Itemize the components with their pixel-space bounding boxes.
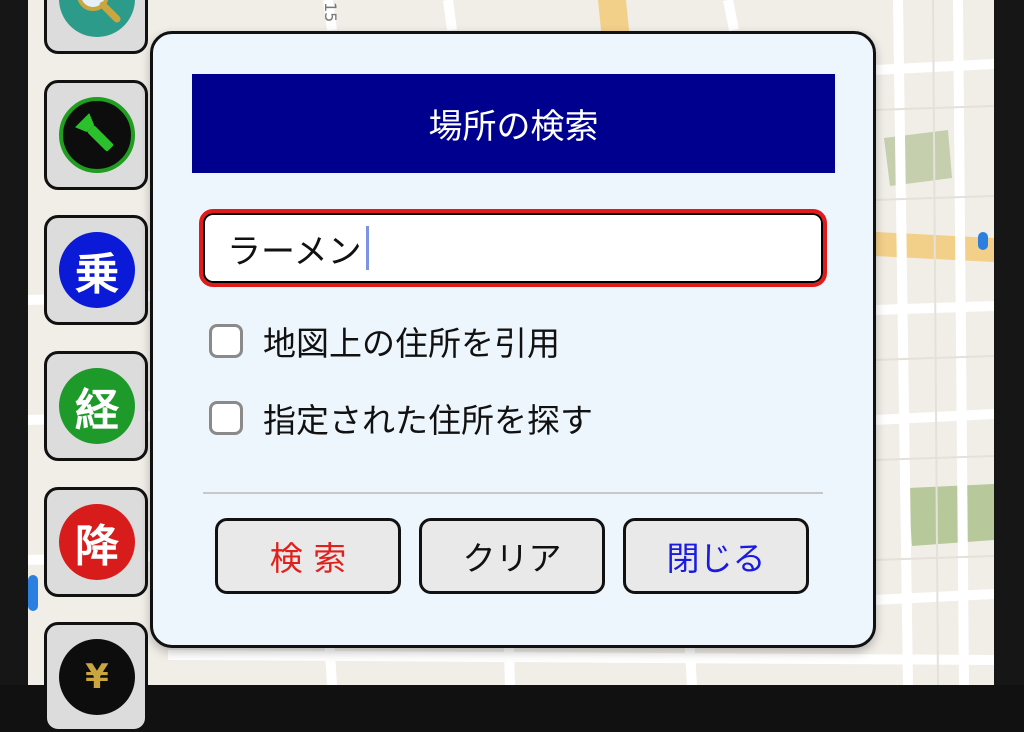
map-road-label: 15 (321, 2, 340, 23)
option-quote-map-address[interactable]: 地図上の住所を引用 (209, 319, 560, 363)
search-input-value: ラーメン (227, 231, 362, 272)
clear-button[interactable]: クリア (419, 518, 605, 594)
left-bezel (0, 0, 28, 685)
place-search-dialog: 場所の検索 ラーメン 地図上の住所を引用 指定された住所を探す 検 索 クリア … (150, 31, 876, 648)
tool-board-label: 乗 (59, 232, 135, 308)
search-button[interactable]: 検 索 (215, 518, 401, 594)
quote-map-address-label: 地図上の住所を引用 (263, 324, 560, 363)
tool-transfer-button[interactable]: 経 (44, 351, 148, 461)
tool-flashlight-button[interactable] (44, 80, 148, 190)
close-button[interactable]: 閉じる (623, 518, 809, 594)
tool-board-button[interactable]: 乗 (44, 215, 148, 325)
dialog-divider (203, 492, 823, 494)
magnifier-icon (59, 0, 135, 37)
find-specified-address-label: 指定された住所を探す (263, 401, 593, 440)
dialog-title: 場所の検索 (192, 74, 835, 173)
find-specified-address-checkbox[interactable] (209, 401, 243, 435)
yen-coins-icon: ¥ (59, 639, 135, 715)
search-input[interactable]: ラーメン (199, 209, 827, 287)
tool-search-map-button[interactable] (44, 0, 148, 54)
tool-transfer-label: 経 (59, 368, 135, 444)
right-bezel (994, 0, 1024, 685)
tool-fare-button[interactable]: ¥ (44, 622, 148, 732)
option-find-specified-address[interactable]: 指定された住所を探す (209, 396, 593, 440)
tool-alight-button[interactable]: 降 (44, 487, 148, 597)
flashlight-icon (59, 97, 135, 173)
text-caret (365, 226, 369, 270)
yen-symbol: ¥ (85, 657, 109, 697)
quote-map-address-checkbox[interactable] (209, 324, 243, 358)
tool-alight-label: 降 (59, 504, 135, 580)
